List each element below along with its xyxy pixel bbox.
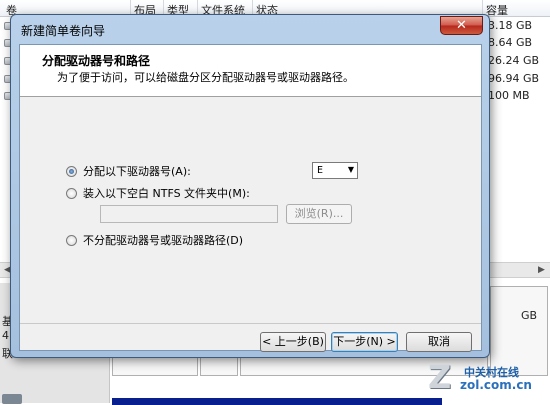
wizard-step-title: 分配驱动器号和路径: [42, 54, 151, 68]
dialog-title: 新建简单卷向导: [21, 24, 106, 38]
no-drive-letter-label: 不分配驱动器号或驱动器路径(D): [83, 234, 244, 247]
zol-watermark: Z 中关村在线 zol.com.cn: [428, 360, 548, 402]
disk-icon: [2, 394, 22, 404]
wizard-step-description: 为了便于访问，可以给磁盘分区分配驱动器号或驱动器路径。: [57, 71, 354, 84]
scroll-right-icon[interactable]: ▶: [538, 265, 545, 275]
volume-capacity: 100 MB: [488, 89, 530, 102]
cancel-button[interactable]: 取消: [406, 332, 472, 352]
volume-capacity: 26.24 GB: [488, 54, 540, 67]
close-button[interactable]: ✕: [440, 16, 483, 35]
browse-button[interactable]: 浏览(R)...: [286, 204, 352, 224]
radio-button[interactable]: [66, 187, 77, 199]
disk-partition-strip: [112, 398, 442, 405]
watermark-url: zol.com.cn: [460, 378, 532, 392]
assign-drive-letter-label: 分配以下驱动器号(A):: [83, 165, 191, 178]
next-button[interactable]: 下一步(N) >: [331, 332, 398, 352]
partition-capacity: GB: [521, 309, 538, 322]
dialog-titlebar[interactable]: 新建简单卷向导 ✕: [11, 15, 489, 43]
mount-folder-option[interactable]: 装入以下空白 NTFS 文件夹中(M):: [66, 185, 250, 201]
disk-size-label: 4: [2, 329, 9, 342]
drive-letter-value: E: [317, 165, 324, 176]
wizard-client-area: 分配驱动器号和路径 为了便于访问，可以给磁盘分区分配驱动器号或驱动器路径。 分配…: [19, 44, 482, 352]
volume-capacity: 8.64 GB: [488, 36, 533, 49]
volume-capacity: 3.18 GB: [488, 19, 533, 32]
close-icon: ✕: [456, 18, 467, 33]
new-simple-volume-wizard: 新建简单卷向导 ✕ 分配驱动器号和路径 为了便于访问，可以给磁盘分区分配驱动器号…: [10, 14, 490, 358]
wizard-header: 分配驱动器号和路径 为了便于访问，可以给磁盘分区分配驱动器号或驱动器路径。: [20, 45, 481, 97]
footer-divider: [20, 323, 481, 324]
radio-button-selected[interactable]: [66, 165, 77, 177]
no-drive-letter-option[interactable]: 不分配驱动器号或驱动器路径(D): [66, 232, 243, 248]
volume-capacity: 96.94 GB: [488, 72, 540, 85]
zol-logo-icon: Z: [428, 358, 452, 396]
assign-drive-letter-option[interactable]: 分配以下驱动器号(A):: [66, 163, 191, 179]
radio-button[interactable]: [66, 234, 77, 246]
back-button[interactable]: < 上一步(B): [260, 332, 326, 352]
folder-path-input[interactable]: [100, 205, 278, 223]
drive-letter-dropdown[interactable]: E ▼: [312, 162, 358, 179]
dropdown-arrow-icon: ▼: [347, 165, 354, 174]
column-capacity[interactable]: 容量: [486, 2, 508, 18]
mount-folder-label: 装入以下空白 NTFS 文件夹中(M):: [83, 187, 250, 200]
